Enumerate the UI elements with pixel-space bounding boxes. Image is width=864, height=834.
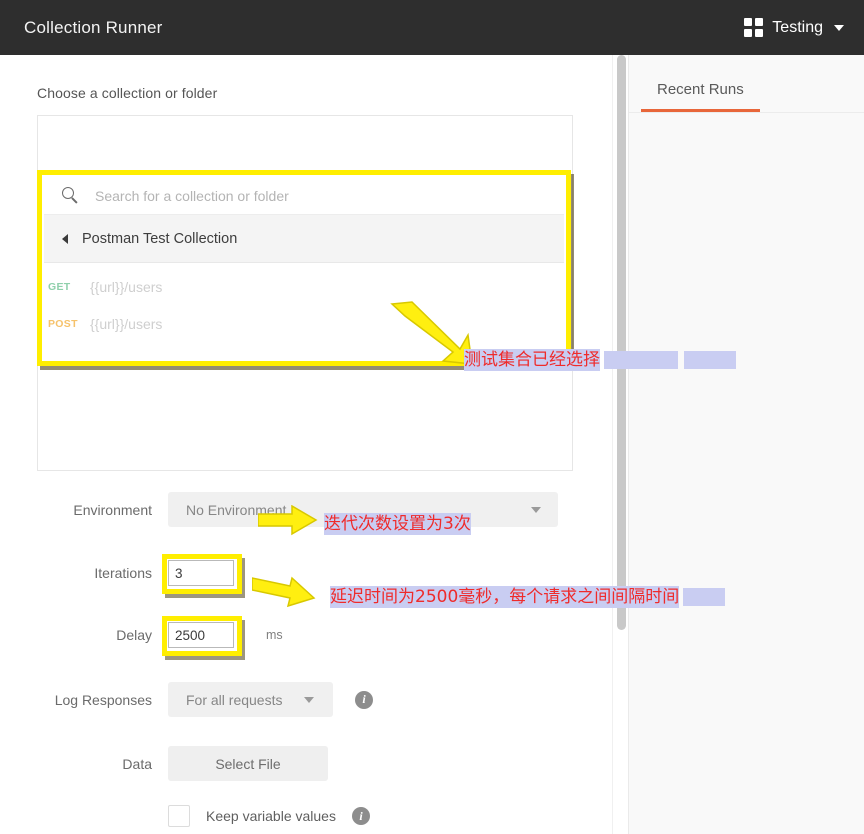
annotation-delay: 延迟时间为2500毫秒，每个请求之间间隔时间 <box>330 582 726 608</box>
log-responses-value: For all requests <box>186 691 283 708</box>
annotation-text: 迭代次数设置为3次 <box>324 513 471 535</box>
delay-unit-label: ms <box>266 628 283 642</box>
workspace-name: Testing <box>772 18 823 36</box>
recent-runs-tablist: Recent Runs <box>629 55 864 112</box>
log-responses-row: Log Responses For all requests i <box>0 682 612 717</box>
annotation-text: 测试集合已经选择 <box>464 349 600 371</box>
info-icon[interactable]: i <box>351 807 370 825</box>
delay-field-wrap <box>162 616 242 656</box>
collection-row[interactable]: Postman Test Collection <box>44 215 564 263</box>
delay-input[interactable] <box>168 622 234 648</box>
search-icon <box>62 187 79 204</box>
recent-runs-pane: Recent Runs <box>628 55 864 834</box>
workspace-selector[interactable]: Testing <box>744 18 844 37</box>
annotation-iterations: 迭代次数设置为3次 <box>324 509 471 535</box>
data-row: Data Select File <box>0 746 612 781</box>
triangle-left-icon[interactable] <box>62 233 68 244</box>
environment-value: No Environment <box>186 501 287 518</box>
grid-icon <box>744 18 764 37</box>
keep-variable-values-label: Keep variable values <box>206 808 336 824</box>
annotation-collection-selected: 测试集合已经选择 <box>464 345 736 371</box>
chevron-down-icon <box>304 696 315 703</box>
request-url: {{url}}/users <box>90 279 163 295</box>
iterations-field-wrap <box>162 554 242 594</box>
info-icon[interactable]: i <box>355 690 373 709</box>
request-method: POST <box>48 318 78 330</box>
chevron-down-icon <box>834 24 844 31</box>
collection-name: Postman Test Collection <box>82 230 238 247</box>
select-file-button[interactable]: Select File <box>168 746 328 781</box>
page-title: Collection Runner <box>24 17 163 37</box>
list-item[interactable]: GET {{url}}/users <box>44 268 564 306</box>
keep-variable-values-row: Keep variable values i <box>0 805 612 827</box>
annotation-text: 延迟时间为2500毫秒，每个请求之间间隔时间 <box>330 586 680 608</box>
search-collection-row[interactable]: Search for a collection or folder <box>44 177 564 215</box>
list-item[interactable]: POST {{url}}/users <box>44 305 564 343</box>
search-input[interactable]: Search for a collection or folder <box>95 188 289 204</box>
iterations-label: Iterations <box>94 565 152 581</box>
delay-row: Delay ms <box>0 616 612 656</box>
environment-row: Environment No Environment <box>0 492 612 527</box>
log-responses-label: Log Responses <box>54 691 152 708</box>
iterations-input[interactable] <box>168 560 234 586</box>
tab-divider <box>629 112 864 113</box>
title-bar: Collection Runner Testing <box>0 0 864 55</box>
collection-runner-window: Collection Runner Testing Choose a colle… <box>0 0 864 834</box>
vertical-scrollbar[interactable] <box>612 55 628 834</box>
delay-label: Delay <box>116 627 152 643</box>
keep-variable-values-checkbox[interactable] <box>168 805 190 827</box>
environment-label: Environment <box>73 501 152 518</box>
chevron-down-icon <box>531 506 541 513</box>
choose-collection-label: Choose a collection or folder <box>37 85 218 101</box>
scrollbar-thumb[interactable] <box>617 55 626 630</box>
request-method: GET <box>48 281 71 293</box>
tab-recent-runs[interactable]: Recent Runs <box>641 81 760 112</box>
data-label: Data <box>122 755 152 772</box>
runner-config-pane: Choose a collection or folder Search for… <box>0 55 612 834</box>
request-url: {{url}}/users <box>90 316 163 332</box>
log-responses-select[interactable]: For all requests <box>168 682 333 717</box>
